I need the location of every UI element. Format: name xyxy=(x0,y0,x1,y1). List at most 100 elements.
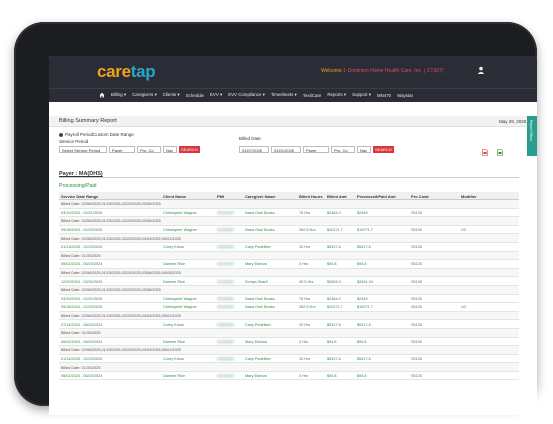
menu-item[interactable]: EVV ▾ xyxy=(210,92,222,98)
table-cell: $2449 xyxy=(357,210,368,215)
billed-date-text: Billed Date: 02/06/2025,01/23/2025,02/20… xyxy=(61,219,161,224)
table-row: 07/14/2024 - 08/23/2024 Corey Kross 033500… xyxy=(59,320,519,329)
top-header: caretap Welcome 1-Dominion Home Health C… xyxy=(49,56,537,88)
custom-date-range-radio[interactable]: Custom Date Range xyxy=(93,132,134,137)
column-header[interactable]: Client Name xyxy=(163,194,186,199)
menu-item[interactable]: Timesheets ▾ xyxy=(271,92,297,98)
menu-item[interactable]: Support ▾ xyxy=(352,92,371,98)
table-cell[interactable]: Corey Kross xyxy=(163,245,184,249)
report-filters-tab[interactable]: Report Filters xyxy=(527,116,537,156)
column-header[interactable]: Modifier xyxy=(461,194,477,199)
pro-code-select-2[interactable]: Pro. Co xyxy=(331,146,355,153)
status-heading: Processing/Paid xyxy=(59,183,97,189)
table-cell[interactable]: Christopher Wagner xyxy=(163,297,197,301)
column-header[interactable]: Billed Amt xyxy=(327,194,347,199)
pdf-export-icon[interactable] xyxy=(482,149,488,156)
column-header[interactable]: Billed Hours xyxy=(299,194,323,199)
table-cell[interactable]: Christopher Wagner xyxy=(163,211,197,215)
table-cell[interactable]: Darlene Rice xyxy=(163,262,185,266)
service-period-select[interactable]: Select Service Period xyxy=(59,146,107,153)
excel-export-icon[interactable] xyxy=(497,149,503,156)
column-header[interactable]: Caregiver Name xyxy=(245,194,275,199)
home-icon[interactable] xyxy=(99,92,105,98)
billed-date-text: Billed Date: 02/06/2025,01/23/2025,02/20… xyxy=(61,348,181,353)
search-button-2[interactable]: SEARCH xyxy=(373,146,394,153)
menu-item[interactable]: MN470 xyxy=(377,93,391,98)
billed-to-date-input[interactable]: 01/01/2025 xyxy=(271,146,301,153)
table-cell[interactable]: Darlene Rice xyxy=(163,280,185,284)
table-cell: $10271.7 xyxy=(357,228,373,233)
service-period-label: Service Period xyxy=(59,139,89,144)
column-header[interactable]: Processed/Paid Amt xyxy=(357,194,396,199)
table-row: 01/14/2025 - 02/23/2025 Corey Kross 033500… xyxy=(59,355,519,364)
table-cell: 02110000 xyxy=(217,296,234,301)
user-icon[interactable] xyxy=(477,66,485,74)
search-button-1[interactable]: SEARCH xyxy=(179,146,200,153)
table-cell: $5317.6 xyxy=(327,356,341,361)
table-cell[interactable]: Christopher Wagner xyxy=(163,228,197,232)
welcome-prefix: Welcome xyxy=(321,68,342,74)
table-cell: S5130 xyxy=(411,245,422,250)
billed-date-text: Billed Date: 02/06/2025,01/23/2025,02/20… xyxy=(61,236,181,241)
menu-item[interactable]: Reports ▾ xyxy=(327,92,346,98)
table-cell[interactable]: Darlene Rice xyxy=(163,374,185,378)
payroll-period-radio[interactable]: Payroll Period xyxy=(59,132,93,137)
billed-from-date-input[interactable]: 01/07/2025 xyxy=(239,146,269,153)
filter-panel: Payroll Period Custom Date Range Service… xyxy=(59,132,519,162)
table-cell: 3 Hrs xyxy=(299,374,309,379)
table-cell[interactable]: Darlene Rice xyxy=(163,340,185,344)
menu-item[interactable]: Clients ▾ xyxy=(163,92,180,98)
table-cell: $10271.7 xyxy=(357,305,373,310)
menu-item[interactable]: EVV Compliance ▾ xyxy=(228,92,265,98)
table-cell: S5130 xyxy=(411,322,422,327)
table-row: 09/18/2024 - 02/23/2025 Christopher Wagne… xyxy=(59,226,519,235)
table-cell: $2464.0 xyxy=(327,296,341,301)
payer-select-1[interactable]: Payer xyxy=(109,146,135,153)
menu-item[interactable]: Billing ▾ xyxy=(111,92,126,98)
billed-date-label: Billed Date xyxy=(239,136,261,141)
radio-selected-icon xyxy=(59,132,63,137)
page-title-bar: Billing Summary Report May 29, 2025 xyxy=(49,116,537,127)
column-header[interactable]: PMI xyxy=(217,194,224,199)
table-cell: S5130 xyxy=(411,228,422,233)
table-body: Billed Date: 02/06/2025,01/23/2025,02/20… xyxy=(59,200,519,381)
table-cell: 78 Hrs xyxy=(299,296,311,301)
billed-date-row: Billed Date: 01/30/2025 xyxy=(59,251,519,261)
table-cell[interactable]: Christopher Wagner xyxy=(163,305,197,309)
table-header: Service Date Range Client Name PMI Caregive… xyxy=(59,192,519,200)
menu-item[interactable]: Waystar xyxy=(397,93,413,98)
column-header[interactable]: Pro Code xyxy=(411,194,429,199)
billed-date-text: Billed Date: 02/06/2025,01/23/2025,02/20… xyxy=(61,271,181,276)
pro-code-select-1[interactable]: Pro. Co xyxy=(137,146,161,153)
menu-item[interactable]: Caregivers ▾ xyxy=(132,92,157,98)
tablet-frame: caretap Welcome 1-Dominion Home Health C… xyxy=(14,22,537,415)
table-cell[interactable]: Corey Kross xyxy=(163,357,184,361)
logo-part-care: care xyxy=(97,62,131,81)
table-cell: 09/18/2024 - 02/23/2025 xyxy=(61,228,103,233)
table-cell: Carly Pedellied xyxy=(245,245,271,250)
column-header[interactable]: Service Date Range xyxy=(61,194,98,199)
table-cell: $94.8 xyxy=(357,339,367,344)
payer-select-2[interactable]: Payer xyxy=(303,146,329,153)
table-cell: $2464.0 xyxy=(327,210,341,215)
table-cell: 12/20/2024 - 03/31/2025 xyxy=(61,279,103,284)
table-cell: $10271.7 xyxy=(327,305,343,310)
table-cell: $94.8 xyxy=(327,262,337,267)
payroll-period-label: Payroll Period xyxy=(65,132,94,137)
table-cell: 03/10/2024 - 02/21/2025 xyxy=(61,210,103,215)
billed-date-text: Billed Date: 02/06/2025,01/23/2025,02/20… xyxy=(61,288,161,293)
table-cell: $94.8 xyxy=(357,262,367,267)
table-cell: 282.5 Hrs xyxy=(299,305,316,310)
billed-date-row: Billed Date: 02/06/2025,01/23/2025,02/20… xyxy=(59,217,519,226)
table-cell: Carly Pedellied xyxy=(245,356,271,361)
menu-item[interactable]: TextiCare xyxy=(303,93,322,98)
nav-select-1[interactable]: Nav xyxy=(163,146,177,153)
table-cell: Nana Osei Bonsu xyxy=(245,305,275,310)
nav-select-2[interactable]: Nav xyxy=(357,146,371,153)
table-cell[interactable]: Corey Kross xyxy=(163,323,184,327)
caretap-logo[interactable]: caretap xyxy=(97,62,156,82)
welcome-organization: 1-Dominion Home Health Care, Inc. ( CT36… xyxy=(343,68,444,74)
table-cell: 02110000 xyxy=(217,262,234,267)
table-cell: 20 Hrs xyxy=(299,322,311,327)
menu-item[interactable]: Schedule xyxy=(186,93,204,98)
